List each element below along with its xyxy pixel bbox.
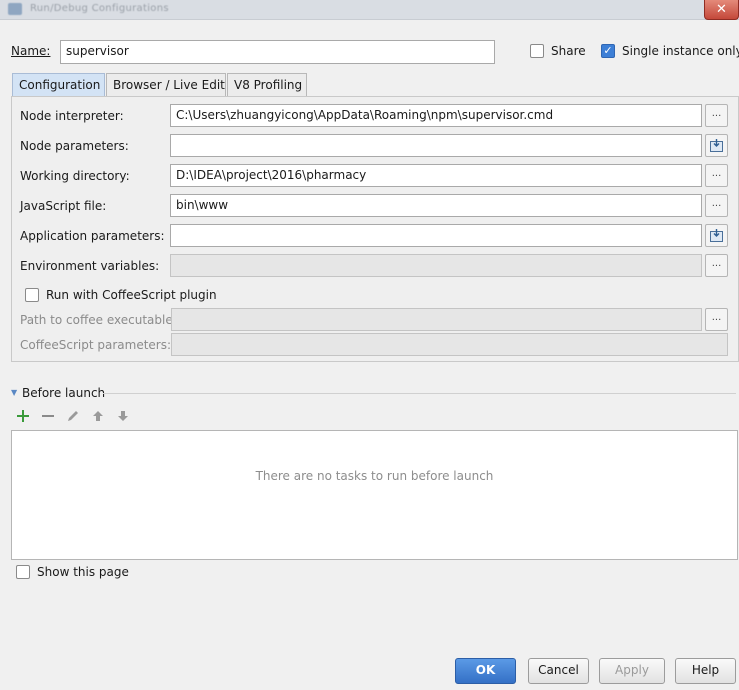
tab-browser-live-edit[interactable]: Browser / Live Edit — [106, 73, 226, 97]
working-directory-field[interactable]: D:\IDEA\project\2016\pharmacy — [170, 164, 702, 187]
add-icon[interactable] — [15, 408, 31, 424]
working-directory-browse-button[interactable]: ... — [705, 164, 728, 187]
coffee-params-field[interactable] — [171, 333, 728, 356]
javascript-file-field[interactable]: bin\www — [170, 194, 702, 217]
before-launch-tasks-list[interactable]: There are no tasks to run before launch — [11, 430, 738, 560]
coffee-params-label: CoffeeScript parameters: — [20, 338, 172, 352]
remove-icon-glyph — [42, 415, 54, 417]
javascript-file-browse-button[interactable]: ... — [705, 194, 728, 217]
node-interpreter-field[interactable]: C:\Users\zhuangyicong\AppData\Roaming\np… — [170, 104, 702, 127]
working-directory-label: Working directory: — [20, 169, 130, 183]
single-instance-checkbox[interactable]: ✓ — [601, 44, 615, 58]
move-down-icon-glyph — [118, 411, 128, 421]
coffeescript-checkbox-label[interactable]: Run with CoffeeScript plugin — [46, 288, 217, 302]
before-launch-label[interactable]: Before launch — [22, 386, 105, 400]
add-icon-glyph — [17, 410, 29, 422]
show-this-page-label[interactable]: Show this page — [37, 565, 129, 579]
node-parameters-expand-button[interactable] — [705, 134, 728, 157]
edit-icon[interactable] — [65, 408, 81, 424]
coffeescript-checkbox[interactable] — [25, 288, 39, 302]
remove-icon[interactable] — [40, 408, 56, 424]
window-title: Run/Debug Configurations — [30, 3, 169, 14]
app-icon — [8, 3, 22, 15]
cancel-button[interactable]: Cancel — [528, 658, 589, 684]
close-button[interactable]: ✕ — [704, 0, 739, 20]
show-this-page-checkbox[interactable] — [16, 565, 30, 579]
coffee-path-field[interactable] — [171, 308, 702, 331]
application-parameters-label: Application parameters: — [20, 229, 165, 243]
move-up-icon[interactable] — [90, 408, 106, 424]
environment-variables-label: Environment variables: — [20, 259, 160, 273]
share-checkbox[interactable] — [530, 44, 544, 58]
node-interpreter-browse-button[interactable]: ... — [705, 104, 728, 127]
environment-variables-browse-button[interactable]: ... — [705, 254, 728, 277]
collapse-triangle-icon[interactable]: ▼ — [11, 388, 17, 397]
apply-button[interactable]: Apply — [599, 658, 665, 684]
node-interpreter-label: Node interpreter: — [20, 109, 124, 123]
share-label[interactable]: Share — [551, 44, 586, 58]
name-input[interactable]: supervisor — [60, 40, 495, 64]
move-down-icon[interactable] — [115, 408, 131, 424]
ok-button[interactable]: OK — [455, 658, 516, 684]
javascript-file-label: JavaScript file: — [20, 199, 107, 213]
environment-variables-field[interactable] — [170, 254, 702, 277]
divider — [103, 393, 736, 394]
application-parameters-field[interactable] — [170, 224, 702, 247]
edit-icon-glyph — [68, 411, 78, 421]
expand-icon — [710, 139, 723, 152]
coffee-path-browse-button[interactable]: ... — [705, 308, 728, 331]
help-button[interactable]: Help — [675, 658, 736, 684]
tab-v8-profiling[interactable]: V8 Profiling — [227, 73, 307, 97]
node-parameters-label: Node parameters: — [20, 139, 129, 153]
tab-configuration[interactable]: Configuration — [12, 73, 105, 97]
empty-tasks-message: There are no tasks to run before launch — [255, 469, 494, 483]
node-parameters-field[interactable] — [170, 134, 702, 157]
single-instance-label[interactable]: Single instance only — [622, 44, 739, 58]
expand-icon — [710, 229, 723, 242]
move-up-icon-glyph — [93, 411, 103, 421]
application-parameters-expand-button[interactable] — [705, 224, 728, 247]
name-label-text: Name: — [11, 44, 51, 58]
name-label: Name: — [11, 44, 50, 58]
coffee-path-label: Path to coffee executable: — [20, 313, 177, 327]
